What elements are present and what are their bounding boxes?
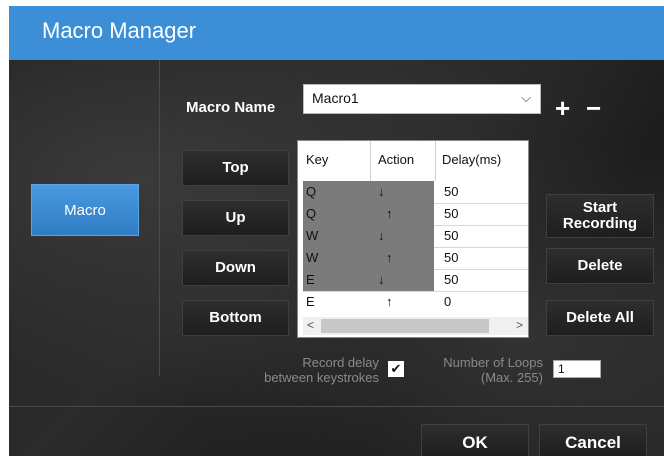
delete-all-button[interactable]: Delete All <box>546 300 654 336</box>
column-header-key: Key <box>306 152 329 167</box>
scroll-left-icon[interactable]: < <box>307 318 314 332</box>
move-top-button[interactable]: Top <box>182 150 289 186</box>
delete-button[interactable]: Delete <box>546 248 654 284</box>
cell-action: ↑ <box>386 206 393 221</box>
table-row[interactable]: W ↓ 50 <box>298 225 528 247</box>
scrollbar-thumb[interactable] <box>321 319 489 333</box>
move-up-button[interactable]: Up <box>182 200 289 236</box>
cell-key: W <box>306 250 319 265</box>
row-highlight <box>303 181 434 203</box>
cancel-button[interactable]: Cancel <box>539 424 647 456</box>
move-bottom-button[interactable]: Bottom <box>182 300 289 336</box>
cell-action: ↓ <box>378 184 385 199</box>
cell-key: W <box>306 228 319 243</box>
table-row[interactable]: Q ↑ 50 <box>298 203 528 225</box>
start-recording-button[interactable]: Start Recording <box>546 194 654 238</box>
table-row[interactable]: E ↓ 50 <box>298 269 528 291</box>
cell-action: ↓ <box>378 272 385 287</box>
start-recording-label-line2: Recording <box>562 215 638 232</box>
cell-delay: 50 <box>444 272 459 287</box>
loops-label-line1: Number of Loops <box>443 355 543 370</box>
row-highlight <box>303 225 434 247</box>
dialog-body: Macro Macro Name Macro1 ⌵ + − Top Up Dow… <box>9 60 664 456</box>
column-divider <box>435 141 436 181</box>
remove-macro-button[interactable]: − <box>586 95 601 121</box>
horizontal-scrollbar[interactable]: < > <box>303 317 528 335</box>
sidebar: Macro <box>9 60 160 376</box>
cell-action: ↑ <box>386 294 393 309</box>
row-highlight <box>303 247 434 269</box>
table-header: Key Action Delay(ms) <box>298 141 528 181</box>
column-divider <box>370 141 371 181</box>
table-row[interactable]: W ↑ 50 <box>298 247 528 269</box>
macro-events-table[interactable]: Key Action Delay(ms) Q ↓ 50 Q ↑ 50 W ↓ 5… <box>297 140 529 338</box>
row-highlight <box>303 269 434 291</box>
loops-label-line2: (Max. 255) <box>480 370 543 385</box>
cell-delay: 50 <box>444 228 459 243</box>
chevron-down-icon: ⌵ <box>521 90 531 105</box>
cell-key: Q <box>306 184 317 199</box>
cell-key: E <box>306 272 315 287</box>
table-row[interactable]: E ↑ 0 <box>298 291 528 313</box>
scroll-right-icon[interactable]: > <box>516 318 523 332</box>
record-delay-checkbox[interactable]: ✔ <box>388 361 404 377</box>
cell-action: ↓ <box>378 228 385 243</box>
ok-button[interactable]: OK <box>421 424 529 456</box>
record-delay-line2: between keystrokes <box>264 370 379 385</box>
cell-action: ↑ <box>386 250 393 265</box>
start-recording-label-line1: Start <box>582 199 618 216</box>
title-bar: Macro Manager <box>9 6 664 61</box>
loops-input[interactable]: 1 <box>553 360 601 378</box>
macro-name-value: Macro1 <box>312 90 359 106</box>
macro-name-label: Macro Name <box>186 99 276 116</box>
record-delay-line1: Record delay <box>302 355 379 370</box>
sidebar-item-macro[interactable]: Macro <box>31 184 139 236</box>
row-highlight <box>303 203 434 225</box>
table-row[interactable]: Q ↓ 50 <box>298 181 528 203</box>
add-macro-button[interactable]: + <box>555 95 570 121</box>
cell-delay: 50 <box>444 206 459 221</box>
cell-delay: 0 <box>444 294 452 309</box>
column-header-delay: Delay(ms) <box>442 152 502 167</box>
column-header-action: Action <box>378 152 415 167</box>
move-down-button[interactable]: Down <box>182 250 289 286</box>
macro-name-dropdown[interactable]: Macro1 ⌵ <box>303 84 541 114</box>
cell-delay: 50 <box>444 250 459 265</box>
window-title: Macro Manager <box>42 18 197 43</box>
record-delay-label: Record delay between keystrokes <box>237 355 379 385</box>
macro-manager-window: Macro Manager Macro Macro Name Macro1 ⌵ … <box>9 6 664 456</box>
cell-delay: 50 <box>444 184 459 199</box>
loops-label: Number of Loops (Max. 255) <box>419 355 543 385</box>
cell-key: E <box>306 294 315 309</box>
cell-key: Q <box>306 206 317 221</box>
